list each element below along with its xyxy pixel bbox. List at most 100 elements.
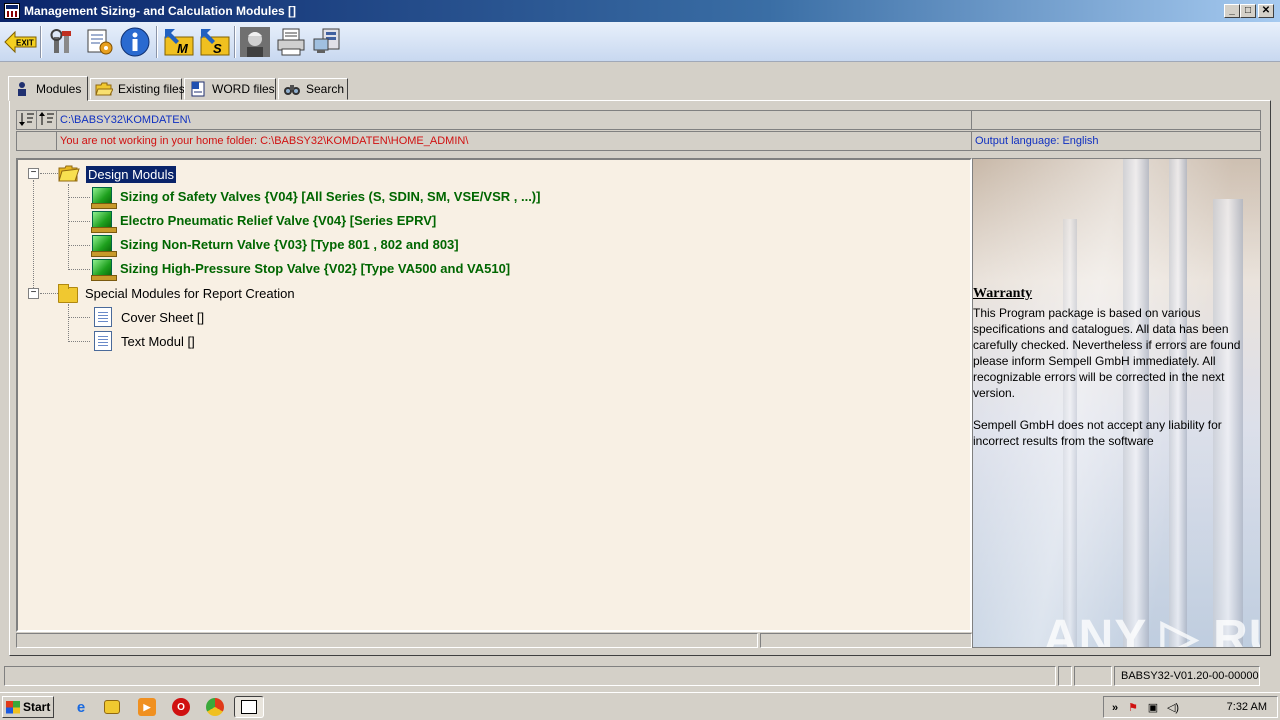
database-button[interactable] [310, 25, 344, 59]
collapse-design-moduls-button[interactable]: − [28, 168, 39, 179]
word-document-icon [189, 81, 207, 97]
media-player-icon[interactable]: ▶ [138, 698, 156, 716]
tree-item-eprv-label: Electro Pneumatic Relief Valve {V04} [Se… [120, 212, 437, 228]
clock[interactable]: 7:32 AM [1227, 701, 1267, 713]
status-cell [1058, 666, 1072, 686]
status-cell [1074, 666, 1112, 686]
tools-icon [50, 29, 71, 53]
tree-connector [40, 173, 58, 174]
watermark: ANY ▷ RUN [1043, 611, 1260, 648]
tab-search[interactable]: Search [278, 78, 348, 100]
status-bar: BABSY32-V01.20-00-00000 [4, 666, 1274, 686]
tree-item-safety-valves-label: Sizing of Safety Valves {V04} [All Serie… [120, 188, 541, 204]
sort-descending-icon[interactable] [17, 111, 37, 129]
background-pipe [1123, 159, 1149, 647]
babsy-taskbar-button[interactable] [234, 696, 264, 718]
start-button[interactable]: Start [2, 696, 54, 718]
module-s-button[interactable]: S [198, 25, 232, 59]
edit-settings-button[interactable] [82, 25, 116, 59]
tab-modules[interactable]: Modules [8, 76, 88, 101]
tree-item-cover-sheet-label: Cover Sheet [] [121, 309, 205, 325]
tree-connector [68, 317, 90, 318]
tree-connector [33, 180, 34, 292]
folder-icon [58, 284, 78, 303]
chrome-icon[interactable] [206, 698, 224, 716]
tools-button[interactable] [46, 25, 80, 59]
document-gear-icon [87, 29, 113, 55]
tab-modules-label: Modules [36, 81, 82, 96]
svg-text:S: S [213, 41, 222, 56]
explorer-folder-icon[interactable] [104, 700, 120, 714]
binoculars-icon [283, 81, 301, 97]
tree-node-design-moduls[interactable]: Design Moduls [58, 163, 176, 186]
exit-button[interactable]: EXIT [4, 25, 38, 59]
module-icon [91, 187, 117, 209]
tree-item-eprv[interactable]: Electro Pneumatic Relief Valve {V04} [Se… [91, 211, 437, 233]
maximize-button[interactable]: □ [1240, 4, 1256, 18]
action-center-icon[interactable]: ⚑ [1126, 701, 1140, 715]
tree-connector [68, 197, 90, 198]
tab-existing-files[interactable]: Existing files [90, 78, 185, 100]
internet-explorer-icon[interactable]: e [72, 698, 90, 716]
liability-text: Sempell GmbH does not accept any liabili… [973, 418, 1222, 448]
person-icon [13, 81, 31, 97]
module-m-button[interactable]: M [162, 25, 196, 59]
tree-connector [68, 221, 90, 222]
horizontal-scrollbar[interactable] [16, 633, 758, 648]
home-folder-warning: You are not working in your home folder:… [57, 132, 972, 150]
toolbar: EXIT M S [0, 22, 1280, 62]
portrait-button[interactable] [238, 25, 272, 59]
print-button[interactable] [274, 25, 308, 59]
title-bar: Management Sizing- and Calculation Modul… [0, 0, 1280, 22]
document-icon [94, 307, 112, 327]
app-icon[interactable] [4, 3, 20, 19]
computer-database-icon [313, 28, 340, 53]
info-button[interactable] [118, 25, 152, 59]
close-button[interactable]: ✕ [1258, 4, 1274, 18]
document-icon [94, 331, 112, 351]
svg-text:EXIT: EXIT [16, 39, 34, 48]
tree-item-text-modul[interactable]: Text Modul [] [94, 331, 195, 351]
tree-item-high-pressure-stop-valve[interactable]: Sizing High-Pressure Stop Valve {V02} [T… [91, 259, 510, 281]
exit-arrow-icon: EXIT [4, 30, 37, 54]
status-main [4, 666, 1056, 686]
current-folder-path: C:\BABSY32\KOMDATEN\ [57, 111, 972, 129]
collapse-special-modules-button[interactable]: − [28, 288, 39, 299]
minimize-button[interactable]: _ [1224, 4, 1240, 18]
tree-item-non-return-valve[interactable]: Sizing Non-Return Valve {V03} [Type 801 … [91, 235, 459, 257]
windows-logo-icon [6, 700, 20, 714]
tree-item-safety-valves[interactable]: Sizing of Safety Valves {V04} [All Serie… [91, 187, 541, 209]
tree-node-special-modules[interactable]: Special Modules for Report Creation [58, 284, 295, 303]
horizontal-scrollbar-secondary[interactable] [760, 633, 972, 648]
module-icon [91, 211, 117, 233]
tree-node-special-modules-label: Special Modules for Report Creation [85, 286, 295, 301]
warning-row: You are not working in your home folder:… [16, 131, 1261, 151]
tree-item-non-return-valve-label: Sizing Non-Return Valve {V03} [Type 801 … [120, 236, 459, 252]
toolbar-separator [234, 26, 236, 58]
module-icon [91, 259, 117, 281]
warranty-title: Warranty [973, 286, 1033, 301]
tree-connector [68, 341, 90, 342]
sort-ascending-icon[interactable] [37, 111, 57, 129]
m-arrow-icon: M [164, 29, 194, 56]
toolbar-separator [156, 26, 158, 58]
window-title: Management Sizing- and Calculation Modul… [24, 4, 297, 18]
tray-expand-icon[interactable]: » [1108, 701, 1122, 715]
opera-icon[interactable]: O [172, 698, 190, 716]
s-arrow-icon: S [200, 29, 230, 56]
path-row-blank [972, 111, 1260, 129]
module-icon [91, 235, 117, 257]
tree-item-text-modul-label: Text Modul [] [121, 333, 195, 349]
version-label: BABSY32-V01.20-00-00000 [1114, 666, 1260, 686]
portrait-icon [240, 27, 270, 57]
tab-word-files[interactable]: WORD files [184, 78, 276, 100]
volume-icon[interactable]: ◁) [1166, 701, 1180, 715]
svg-text:M: M [177, 41, 189, 56]
tree-connector [68, 245, 90, 246]
network-icon[interactable]: ▣ [1146, 701, 1160, 715]
background-pipe [1169, 159, 1187, 647]
output-language: Output language: English [975, 135, 1099, 147]
info-icon [120, 27, 150, 57]
start-button-label: Start [23, 700, 51, 714]
tree-item-cover-sheet[interactable]: Cover Sheet [] [94, 307, 204, 327]
